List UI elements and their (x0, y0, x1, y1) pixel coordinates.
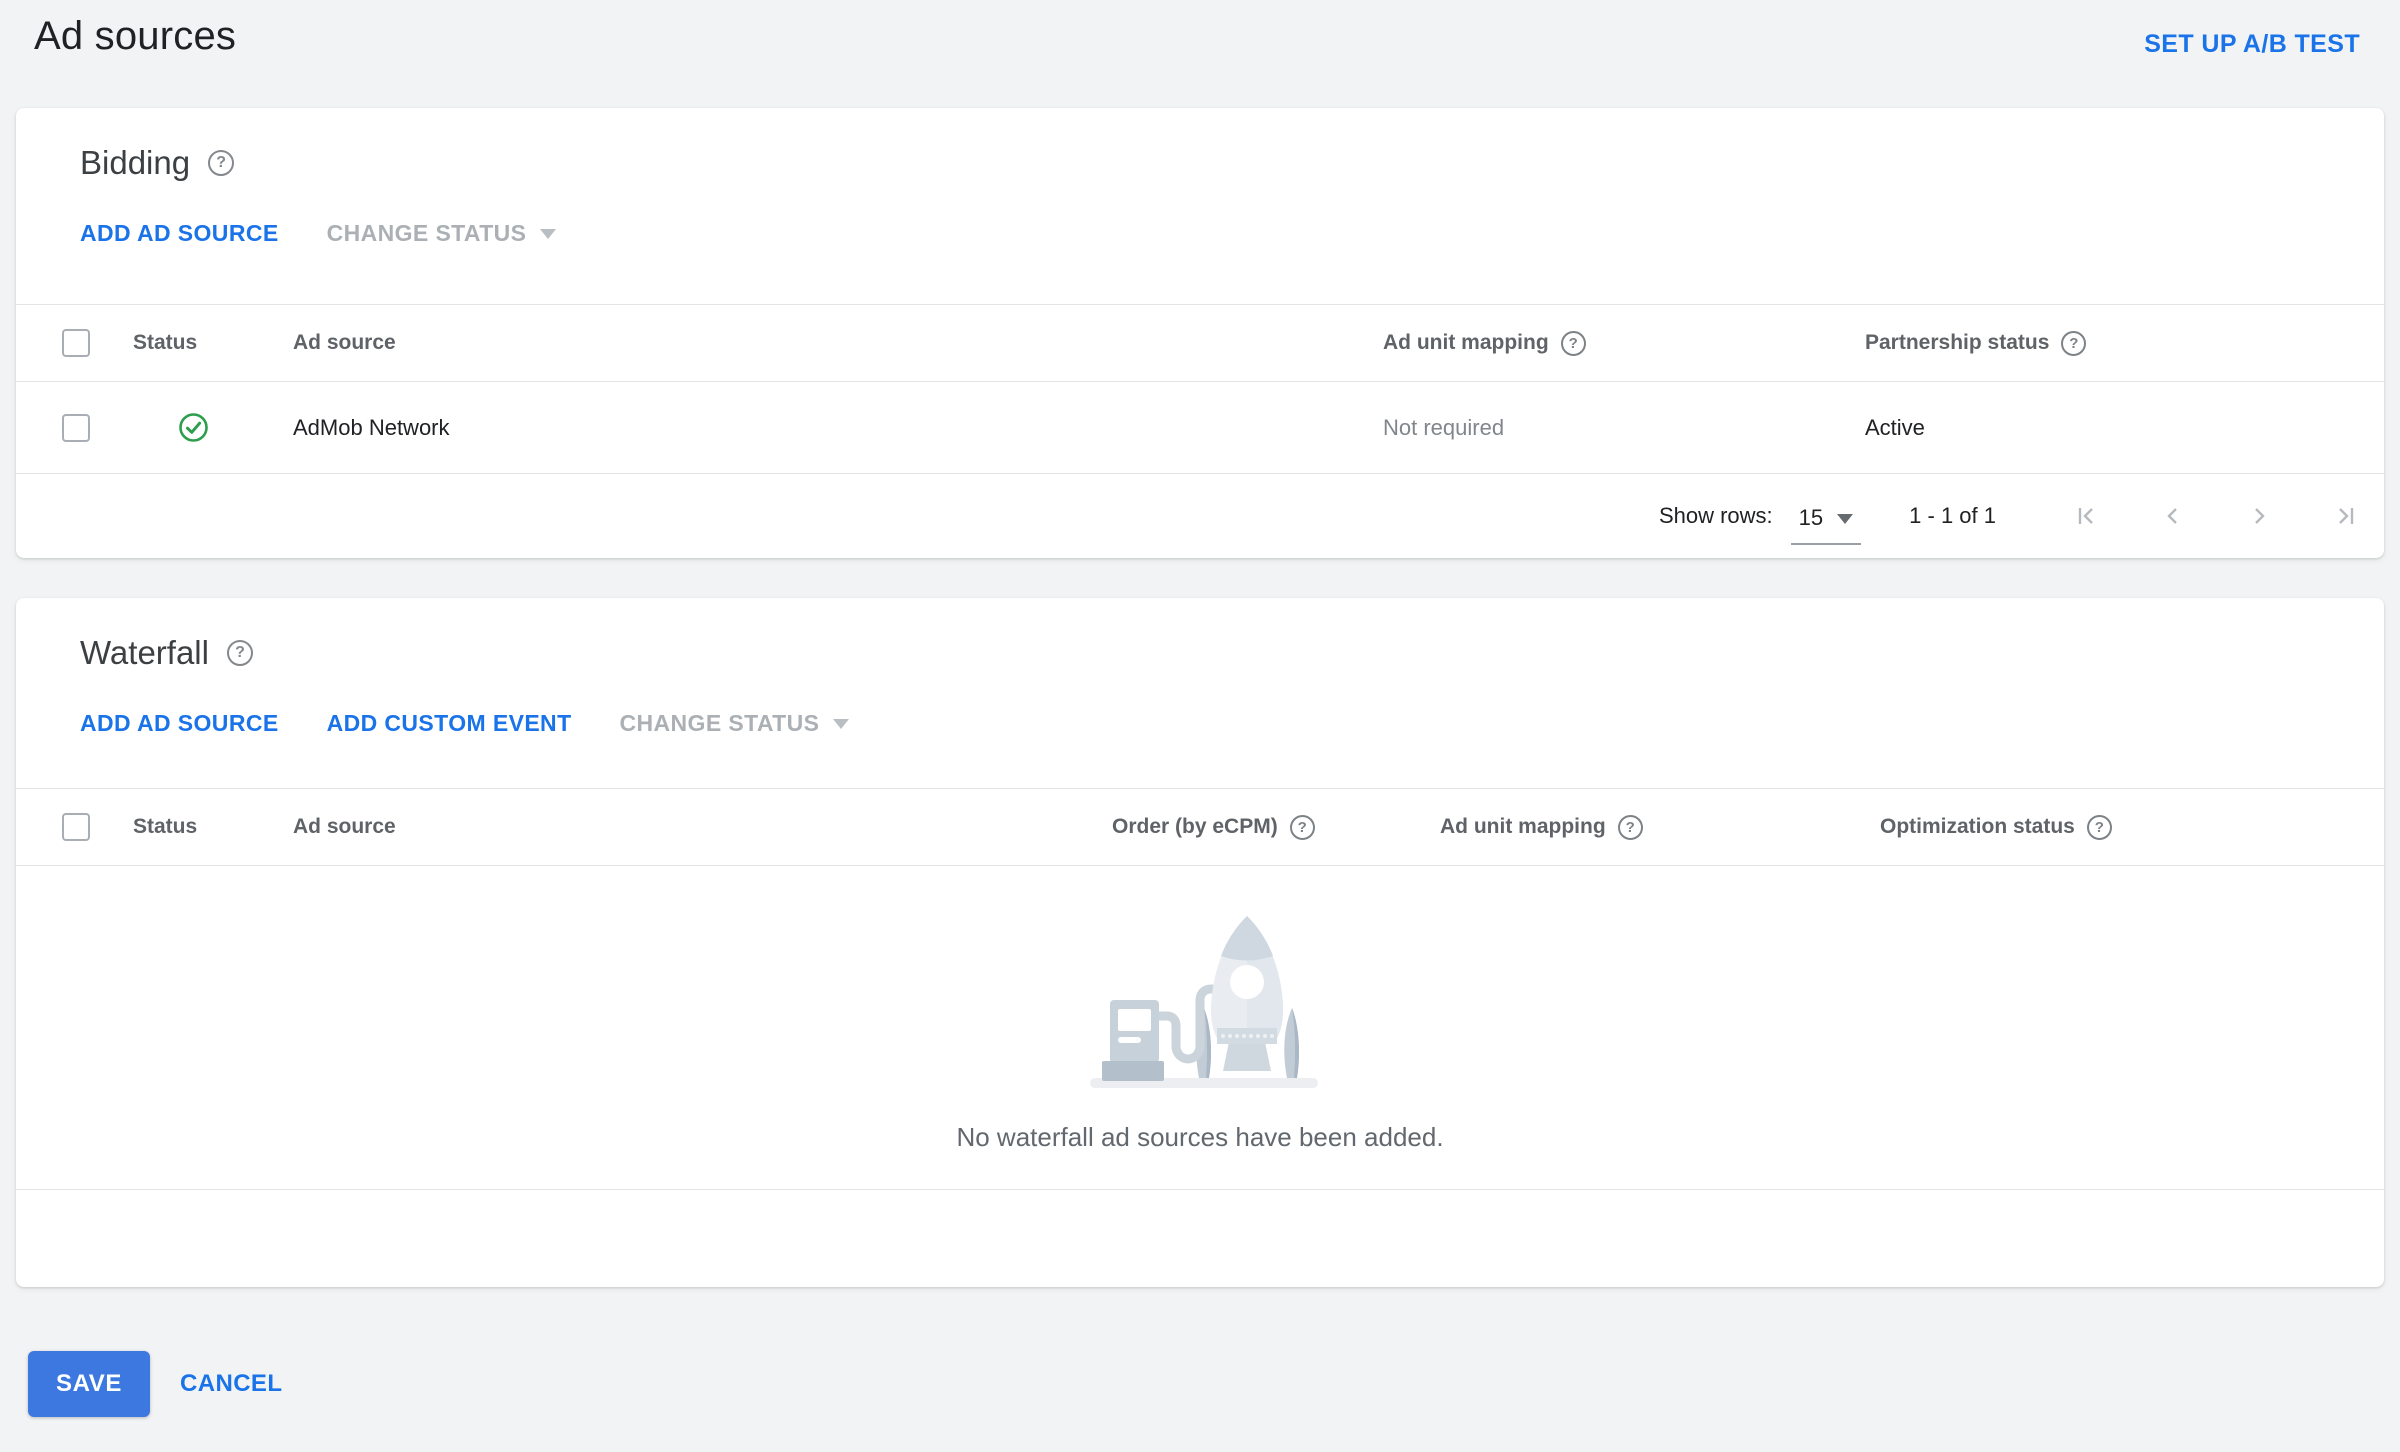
column-optimization-status: Optimization status (1880, 815, 2075, 838)
waterfall-table-header: Status Ad source Order (by eCPM) ? Ad un… (16, 788, 2384, 866)
help-icon[interactable]: ? (1560, 330, 1586, 356)
last-page-icon[interactable] (2330, 501, 2360, 531)
waterfall-empty-state: No waterfall ad sources have been added. (16, 866, 2384, 1189)
partnership-status-value: Active (1865, 414, 1925, 440)
set-up-ab-test-link[interactable]: SET UP A/B TEST (2144, 30, 2360, 59)
add-ad-source-button[interactable]: ADD AD SOURCE (80, 710, 279, 737)
bidding-section-title: Bidding (80, 144, 191, 181)
rows-per-page-select[interactable]: 15 (1790, 499, 1862, 545)
page-range: 1 - 1 of 1 (1909, 503, 1996, 528)
column-ad-source: Ad source (293, 815, 396, 838)
page-header: Ad sources SET UP A/B TEST (0, 0, 2400, 108)
first-page-icon[interactable] (2072, 501, 2102, 531)
column-ad-unit-mapping: Ad unit mapping (1383, 331, 1549, 354)
bidding-table-header: Status Ad source Ad unit mapping ? Partn… (16, 304, 2384, 382)
ad-source-name: AdMob Network (293, 414, 450, 440)
cancel-button[interactable]: CANCEL (180, 1370, 282, 1398)
change-status-label: CHANGE STATUS (619, 709, 820, 736)
row-checkbox[interactable] (62, 413, 90, 442)
waterfall-table: Status Ad source Order (by eCPM) ? Ad un… (16, 788, 2384, 1287)
chevron-down-icon (833, 719, 850, 729)
help-icon[interactable]: ? (2061, 330, 2087, 356)
help-icon[interactable]: ? (1289, 814, 1315, 840)
column-ad-source: Ad source (293, 331, 396, 354)
check-circle-icon (178, 412, 209, 443)
add-custom-event-button[interactable]: ADD CUSTOM EVENT (327, 710, 572, 737)
chevron-down-icon (540, 229, 557, 239)
change-status-label: CHANGE STATUS (326, 219, 527, 246)
column-order-by-ecpm: Order (by eCPM) (1112, 815, 1278, 838)
help-icon[interactable]: ? (1617, 814, 1643, 840)
add-ad-source-button[interactable]: ADD AD SOURCE (80, 220, 279, 247)
column-status: Status (133, 815, 198, 838)
rocket-fuel-pump-illustration (1090, 916, 1318, 1088)
select-all-checkbox[interactable] (62, 329, 90, 357)
select-all-checkbox[interactable] (62, 813, 90, 841)
save-button[interactable]: SAVE (28, 1351, 150, 1417)
column-status: Status (133, 331, 198, 354)
help-icon[interactable]: ? (208, 150, 235, 176)
table-row: AdMob Network Not required Active (16, 382, 2384, 474)
chevron-down-icon (1837, 514, 1854, 524)
empty-state-message: No waterfall ad sources have been added. (956, 1122, 1444, 1152)
previous-page-icon[interactable] (2158, 501, 2188, 531)
pagination-bar: Show rows: 15 1 - 1 of 1 (16, 474, 2384, 558)
help-icon[interactable]: ? (226, 640, 253, 666)
page-footer: SAVE CANCEL (28, 1351, 2400, 1417)
show-rows-label: Show rows: (1658, 503, 1773, 528)
bidding-table: Status Ad source Ad unit mapping ? Partn… (16, 304, 2384, 558)
change-status-button: CHANGE STATUS (327, 220, 557, 247)
change-status-button: CHANGE STATUS (620, 710, 850, 737)
next-page-icon[interactable] (2244, 501, 2274, 531)
waterfall-footer-strip (16, 1189, 2384, 1287)
rows-per-page-value: 15 (1798, 505, 1824, 530)
help-icon[interactable]: ? (2086, 814, 2112, 840)
waterfall-card: Waterfall ? ADD AD SOURCE ADD CUSTOM EVE… (16, 598, 2384, 1287)
bidding-card: Bidding ? ADD AD SOURCE CHANGE STATUS St… (16, 108, 2384, 558)
column-ad-unit-mapping: Ad unit mapping (1440, 815, 1606, 838)
waterfall-section-title: Waterfall (80, 634, 209, 671)
column-partnership-status: Partnership status (1865, 331, 2050, 354)
page-title: Ad sources (34, 14, 237, 58)
ad-unit-mapping-value: Not required (1383, 414, 1505, 440)
